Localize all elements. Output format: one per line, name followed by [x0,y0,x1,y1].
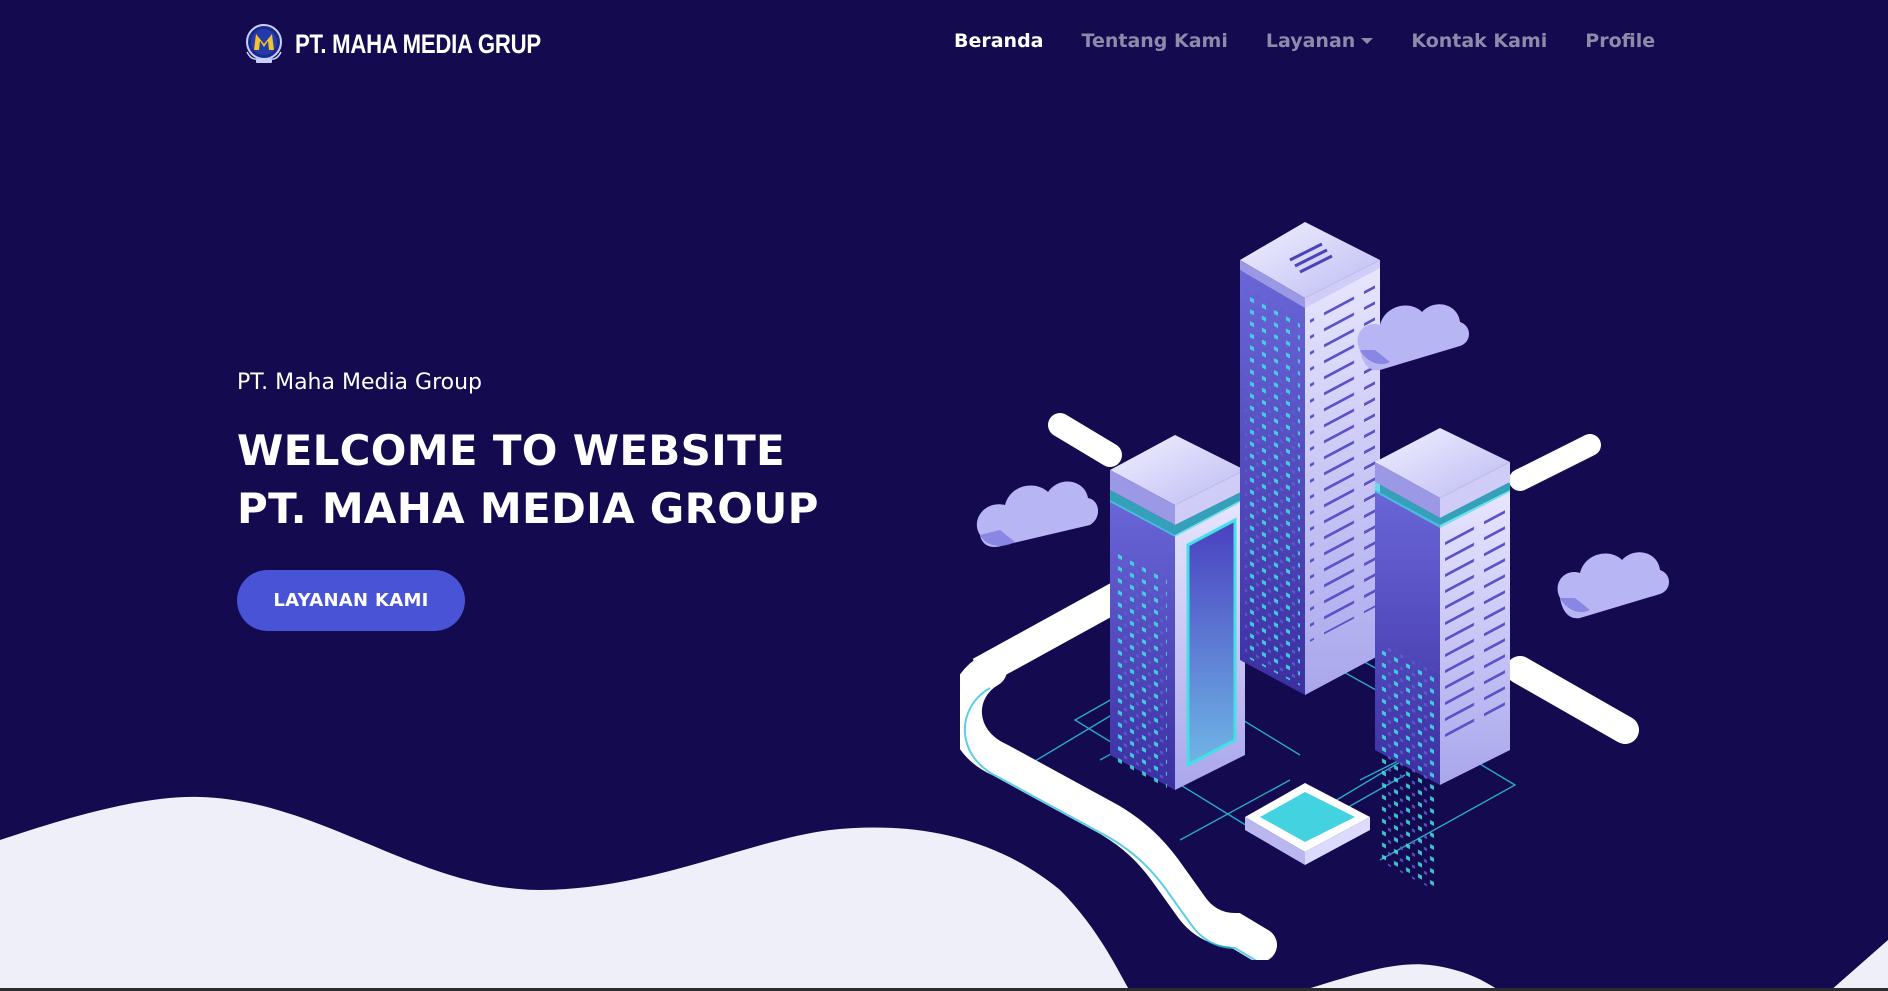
nav-item-layanan-label: Layanan [1265,30,1356,52]
brand-link[interactable]: PT. MAHA MEDIA GRUP [241,22,595,66]
chevron-down-icon [1361,38,1374,44]
hero-title-line-2: PT. MAHA MEDIA GROUP [237,484,819,533]
navbar: PT. MAHA MEDIA GRUP Beranda Tentang Kami… [0,0,1888,90]
hero-text: PT. Maha Media Group WELCOME TO WEBSITE … [237,370,819,538]
hero-title: WELCOME TO WEBSITE PT. MAHA MEDIA GROUP [237,422,819,538]
nav-item-beranda[interactable]: Beranda [954,30,1044,52]
brand-name: PT. MAHA MEDIA GRUP [295,28,541,59]
isometric-city-servers-illustration [960,222,1669,960]
layanan-kami-button[interactable]: LAYANAN KAMI [237,570,465,631]
nav-item-tentang-kami[interactable]: Tentang Kami [1082,30,1228,52]
nav-item-kontak-kami[interactable]: Kontak Kami [1411,30,1547,52]
nav-item-profile[interactable]: Profile [1585,30,1655,52]
hero-title-line-1: WELCOME TO WEBSITE [237,426,786,475]
hero-subtitle: PT. Maha Media Group [237,370,483,395]
main-nav: Beranda Tentang Kami Layanan Kontak Kami… [954,30,1655,52]
maha-media-logo-icon [246,24,282,63]
nav-item-layanan[interactable]: Layanan [1265,30,1374,52]
